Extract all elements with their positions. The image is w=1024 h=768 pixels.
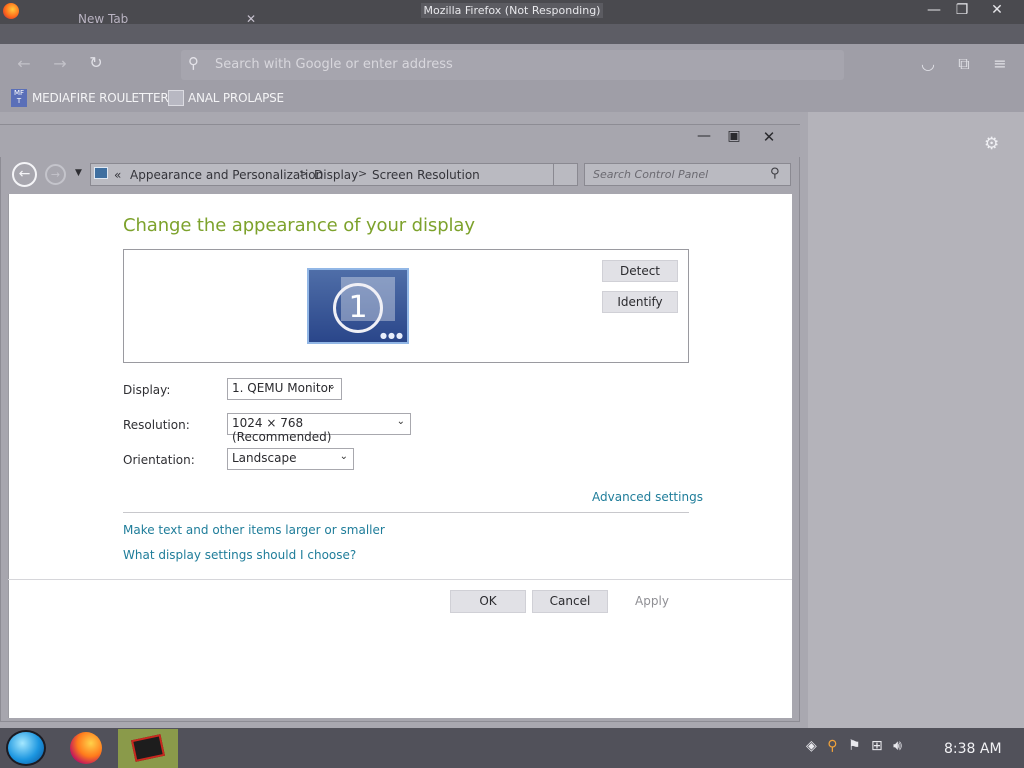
system-tray: ◈ ⚲ ⚑ ⊞ 🔊︎ [806,738,902,754]
volume-icon[interactable]: 🔊︎ [893,738,902,754]
taskbar-firefox[interactable] [66,730,106,766]
resolution-select[interactable]: 1024 × 768 (Recommended) ⌄ [227,413,411,444]
taskbar-active-app[interactable] [118,729,178,768]
breadcrumb-screen-resolution[interactable]: Screen Resolution [372,168,480,182]
breadcrumb-display[interactable]: Display [314,168,358,182]
chevron-down-icon: ⌄ [396,416,405,427]
search-icon: ⚲ [188,54,199,72]
chevron-down-icon: ⌄ [327,381,336,392]
breadcrumb-appearance[interactable]: Appearance and Personalization [130,168,323,182]
display-settings-help-link[interactable]: What display settings should I choose? [123,548,356,562]
close-icon[interactable]: ✕ [982,2,1012,18]
page-title: Change the appearance of your display [123,215,475,236]
reload-icon[interactable]: ↻ [84,53,108,72]
control-panel-titlebar [0,125,800,157]
breadcrumb-separator-icon[interactable]: > [299,167,308,180]
orientation-select-value: Landscape [232,451,297,465]
window-title: Mozilla Firefox (Not Responding) [0,3,1024,18]
settings-gear-icon[interactable]: ⚙ [984,134,999,154]
advanced-settings-link[interactable]: Advanced settings [592,490,703,504]
network-icon[interactable]: ⊞ [871,738,883,754]
new-tab-page [808,112,1024,728]
cp-maximize-icon[interactable]: ▣ [721,128,747,144]
bookmark-mediafire-rouletter[interactable]: MEDIAFIRE ROULETTER [32,91,169,105]
app-taskbar-icon [131,734,165,762]
firefox-taskbar-icon [70,732,102,764]
cp-back-icon[interactable]: ← [12,162,37,187]
display-select[interactable]: 1. QEMU Monitor ⌄ [227,378,342,400]
back-arrow-icon[interactable]: ← [12,54,36,73]
bookmark-anal-prolapse[interactable]: ANAL PROLAPSE [188,91,284,105]
menu-icon[interactable]: ≡ [988,54,1012,73]
pocket-icon[interactable]: ◡ [916,54,940,73]
action-center-flag-icon[interactable]: ⚑ [848,738,861,754]
network-monitor-icon[interactable]: ◈ [806,738,817,754]
cp-close-icon[interactable]: ✕ [756,128,782,146]
divider [123,512,689,513]
apply-button[interactable]: Apply [614,594,690,608]
cancel-button[interactable]: Cancel [532,590,608,613]
clock[interactable]: 8:38 AM [944,741,1002,757]
display-label: Display: [123,383,171,397]
ok-button[interactable]: OK [450,590,526,613]
search-icon[interactable]: ⚲ [770,166,780,181]
orientation-select[interactable]: Landscape ⌄ [227,448,354,470]
mediafire-favicon-icon: MF T [11,89,27,107]
detect-button[interactable]: Detect [602,260,678,282]
url-input[interactable]: Search with Google or enter address [215,57,453,72]
footer-divider [8,579,792,580]
chevron-down-icon: ⌄ [339,451,348,462]
search-input[interactable]: Search Control Panel [593,168,708,181]
maximize-icon[interactable]: ❐ [947,2,977,18]
monitor-number: 1 [333,283,383,333]
search-tray-icon[interactable]: ⚲ [827,738,837,754]
recent-pages-dropdown-icon[interactable]: ▼ [75,168,82,178]
control-panel-icon [94,167,108,179]
resolution-select-value: 1024 × 768 (Recommended) [232,416,332,444]
resolution-label: Resolution: [123,418,190,432]
address-divider [553,164,554,185]
larger-text-link[interactable]: Make text and other items larger or smal… [123,523,385,537]
breadcrumb-separator-icon[interactable]: > [358,167,367,180]
tab-strip [0,24,1024,44]
cp-minimize-icon[interactable]: — [691,128,717,144]
extensions-icon[interactable]: ⧉ [952,54,976,74]
display-select-value: 1. QEMU Monitor [232,381,333,395]
minimize-icon[interactable]: — [919,2,949,18]
monitor-taskbar-dots-icon: ●●● [380,331,404,340]
start-button[interactable] [6,730,46,766]
identify-button[interactable]: Identify [602,291,678,313]
bookmark-favicon-icon [168,90,184,106]
forward-arrow-icon[interactable]: → [48,54,72,73]
breadcrumb-overflow[interactable]: « [114,168,121,182]
cp-forward-icon[interactable]: → [45,164,66,185]
orientation-label: Orientation: [123,453,195,467]
